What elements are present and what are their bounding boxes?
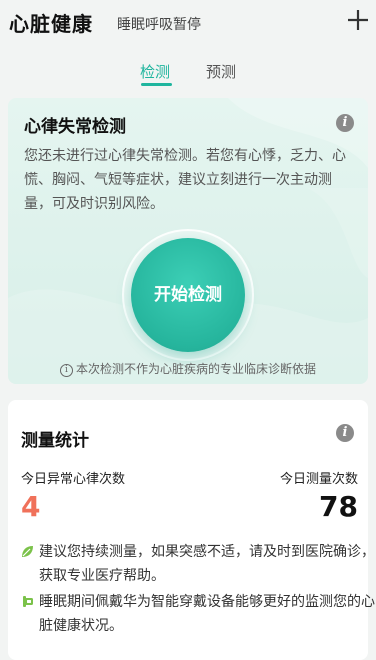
tip-item: 建议您持续测量，如果突感不适，请及时到医院确诊，获取专业医疗帮助。 xyxy=(21,540,376,588)
measurement-stats-card: 测量统计 i 今日异常心律次数 今日测量次数 4 78 建议您持续测量，如果突感… xyxy=(8,400,375,660)
tab-detect[interactable]: 检测 xyxy=(140,61,170,82)
measure-count-value: 78 xyxy=(319,490,358,523)
tab-predict[interactable]: 预测 xyxy=(206,61,236,82)
stats-card-title: 测量统计 xyxy=(21,431,89,451)
page-title: 心脏健康 xyxy=(9,12,93,36)
disclaimer-text: 本次检测不作为心脏疾病的专业临床诊断依据 xyxy=(75,362,316,376)
info-outline-icon: i xyxy=(59,364,73,377)
sleep-apnea-link[interactable]: 睡眠呼吸暂停 xyxy=(117,14,201,34)
leaf-icon xyxy=(22,546,33,557)
abnormal-count-label: 今日异常心律次数 xyxy=(21,472,126,487)
arrhythmia-card-title: 心律失常检测 xyxy=(24,117,126,137)
measure-count-label: 今日测量次数 xyxy=(279,472,358,487)
plus-icon[interactable] xyxy=(346,8,370,32)
watch-icon xyxy=(23,596,33,607)
tip-item: 睡眠期间佩戴华为智能穿戴设备能够更好的监测您的心脏健康状况。 xyxy=(21,590,376,638)
tip-text: 睡眠期间佩戴华为智能穿戴设备能够更好的监测您的心脏健康状况。 xyxy=(39,594,375,634)
start-detection-button[interactable]: 开始检测 xyxy=(131,238,245,352)
arrhythmia-description: 您还未进行过心律失常检测。若您有心悸，乏力、心慌、胸闷、气短等症状，建议立刻进行… xyxy=(24,148,346,212)
app-header: 心脏健康 睡眠呼吸暂停 xyxy=(0,0,376,44)
disclaimer: i 本次检测不作为心脏疾病的专业临床诊断依据 xyxy=(8,360,368,377)
tab-bar: 检测 预测 xyxy=(0,58,376,88)
start-detection-button-wrap: 开始检测 xyxy=(122,229,254,361)
info-icon[interactable]: i xyxy=(336,114,354,132)
tip-text: 建议您持续测量，如果突感不适，请及时到医院确诊，获取专业医疗帮助。 xyxy=(39,544,375,584)
active-tab-indicator xyxy=(141,83,172,86)
abnormal-count-value: 4 xyxy=(21,490,41,523)
arrhythmia-detection-card: 心律失常检测 i 您还未进行过心律失常检测。若您有心悸，乏力、心慌、胸闷、气短等… xyxy=(8,98,368,384)
info-icon[interactable]: i xyxy=(336,424,354,442)
